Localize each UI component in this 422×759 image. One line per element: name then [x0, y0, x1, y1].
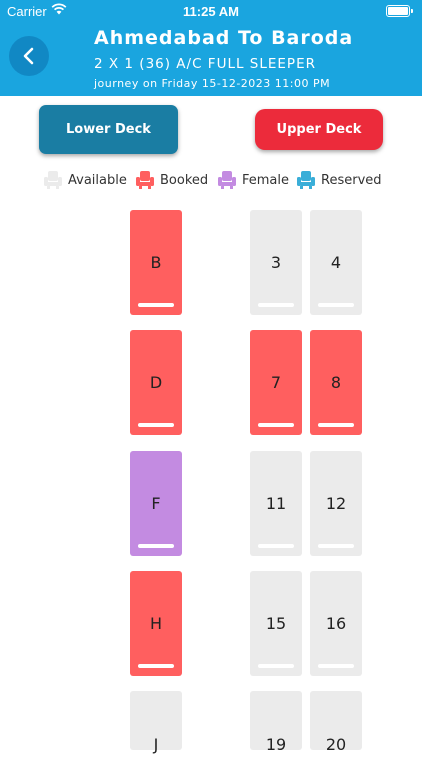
seat-number: 12: [325, 494, 347, 513]
route-title: Ahmedabad To Baroda: [94, 27, 354, 49]
legend-female-label: Female: [242, 172, 290, 188]
seat[interactable]: D: [130, 330, 182, 435]
lower-deck-button[interactable]: Lower Deck: [39, 105, 178, 154]
seat-pillow: [258, 544, 294, 548]
seat-pillow: [318, 423, 354, 427]
seat-number: 19: [265, 734, 287, 754]
seat-pillow: [258, 664, 294, 668]
seat-number: 7: [270, 373, 282, 392]
seat-number: 8: [330, 373, 342, 392]
seat-number: F: [151, 494, 161, 513]
seat-pillow: [138, 664, 174, 668]
seat-female-icon: [218, 171, 236, 189]
upper-deck-button[interactable]: Upper Deck: [255, 109, 383, 150]
seat-pillow: [318, 664, 354, 668]
seat-number: D: [149, 373, 163, 392]
bus-type: 2 X 1 (36) A/C FULL SLEEPER: [94, 56, 316, 72]
seat-pillow: [258, 303, 294, 307]
seat-number: 11: [265, 494, 287, 513]
back-button[interactable]: [9, 36, 49, 76]
seat[interactable]: F: [130, 451, 182, 556]
legend-reserved-label: Reserved: [321, 172, 382, 188]
seat-number: J: [153, 734, 159, 754]
clock: 11:25 AM: [183, 4, 239, 19]
seat[interactable]: 4: [310, 210, 362, 315]
status-bar: Carrier 11:25 AM: [0, 0, 422, 22]
seat[interactable]: 7: [250, 330, 302, 435]
seat-pillow: [138, 423, 174, 427]
seat[interactable]: H: [130, 571, 182, 676]
seat-number: 15: [265, 614, 287, 633]
seat[interactable]: B: [130, 210, 182, 315]
seat-pillow: [318, 544, 354, 548]
seat[interactable]: 3: [250, 210, 302, 315]
chevron-left-icon: [23, 47, 34, 65]
legend-booked: Booked: [135, 169, 208, 191]
seat-available-icon: [44, 171, 62, 189]
seat-number: 4: [330, 253, 342, 272]
journey-info: journey on Friday 15-12-2023 11:00 PM: [94, 77, 331, 90]
seat-pillow: [138, 303, 174, 307]
legend-available-label: Available: [68, 172, 127, 188]
seat[interactable]: 15: [250, 571, 302, 676]
app-header: Carrier 11:25 AM Ahmedabad To Baroda 2 X…: [0, 0, 422, 96]
seat[interactable]: 19: [250, 691, 302, 754]
seat[interactable]: 12: [310, 451, 362, 556]
seat-reserved-icon: [297, 171, 315, 189]
legend-female: Female: [217, 169, 289, 191]
seat[interactable]: J: [130, 691, 182, 754]
seat-booked-icon: [136, 171, 154, 189]
seat[interactable]: 16: [310, 571, 362, 676]
seat-pillow: [258, 423, 294, 427]
seat-number: B: [150, 253, 162, 272]
seat-number: 16: [325, 614, 347, 633]
seat-pillow: [318, 303, 354, 307]
seat[interactable]: 8: [310, 330, 362, 435]
seat[interactable]: 11: [250, 451, 302, 556]
legend-available: Available: [43, 169, 127, 191]
seat[interactable]: 20: [310, 691, 362, 754]
seat-number: 20: [325, 734, 347, 754]
battery-icon: [386, 5, 413, 17]
seat-pillow: [138, 544, 174, 548]
seat-number: H: [149, 614, 163, 633]
seat-number: 3: [270, 253, 282, 272]
legend-booked-label: Booked: [160, 172, 209, 188]
legend-reserved: Reserved: [296, 169, 382, 191]
